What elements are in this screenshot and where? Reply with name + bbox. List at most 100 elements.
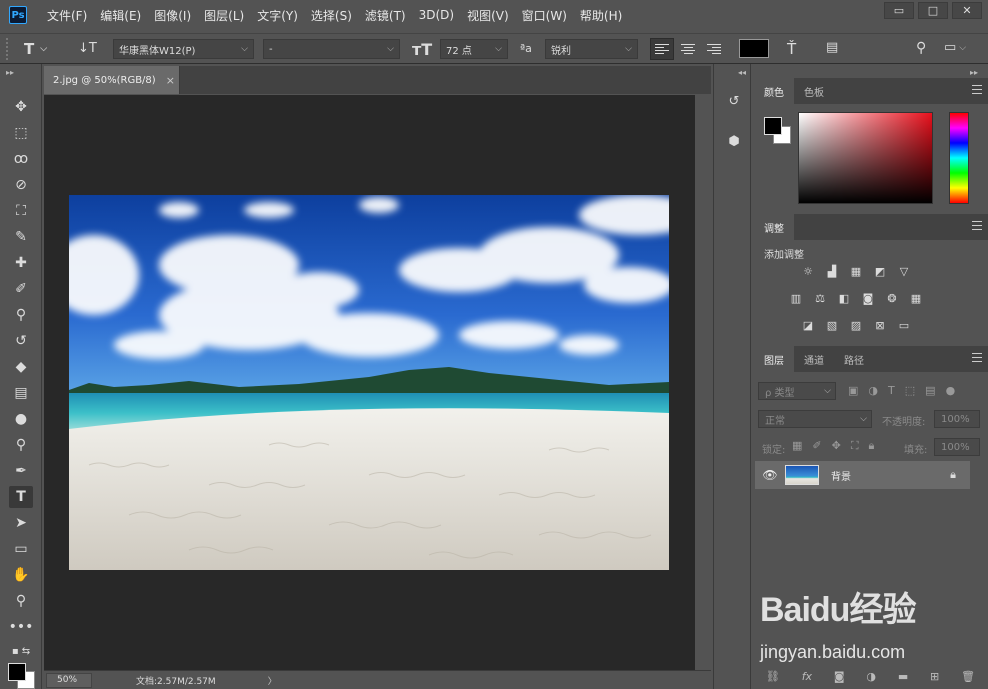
levels-icon[interactable]: ▟ bbox=[824, 264, 840, 279]
lock-transparent-icon[interactable]: ▦ bbox=[792, 439, 802, 453]
zoom-field[interactable]: 50% bbox=[46, 672, 92, 688]
fill-field[interactable]: 100% bbox=[934, 438, 980, 456]
text-color-swatch[interactable] bbox=[739, 39, 769, 58]
document-image[interactable] bbox=[69, 195, 669, 570]
more-tools-icon[interactable]: ••• bbox=[9, 616, 34, 638]
invert-icon[interactable]: ◪ bbox=[800, 318, 816, 333]
exposure-icon[interactable]: ◩ bbox=[872, 264, 888, 279]
layer-filter-select[interactable]: ρ 类型 ⌵ bbox=[758, 382, 836, 400]
type-filter-icon[interactable]: T bbox=[888, 384, 895, 397]
menu-window[interactable]: 窗口(W) bbox=[522, 7, 567, 24]
font-size-select[interactable]: 72 点 ⌵ bbox=[440, 39, 508, 59]
healing-brush-tool-icon[interactable]: ✚ bbox=[9, 252, 33, 274]
lock-position-icon[interactable]: ✥ bbox=[832, 439, 841, 453]
tab-channels[interactable]: 通道 bbox=[794, 346, 834, 372]
menu-help[interactable]: 帮助(H) bbox=[580, 7, 622, 24]
rectangle-tool-icon[interactable]: ▭ bbox=[9, 538, 33, 560]
history-panel-icon[interactable]: ↺ bbox=[723, 90, 745, 112]
clone-stamp-tool-icon[interactable]: ⚲ bbox=[9, 304, 33, 326]
close-icon[interactable]: × bbox=[166, 74, 175, 87]
hue-saturation-icon[interactable]: ▥ bbox=[788, 291, 804, 306]
posterize-icon[interactable]: ▧ bbox=[824, 318, 840, 333]
document-tab[interactable]: 2.jpg @ 50%(RGB/8) × bbox=[44, 66, 180, 94]
character-panel-icon[interactable]: ▤ bbox=[826, 40, 838, 55]
antialias-select[interactable]: 锐利 ⌵ bbox=[545, 39, 638, 59]
menu-type[interactable]: 文字(Y) bbox=[257, 7, 298, 24]
brush-tool-icon[interactable]: ✐ bbox=[9, 278, 33, 300]
align-left-button[interactable] bbox=[650, 38, 674, 60]
image-filter-icon[interactable]: ▣ bbox=[848, 384, 858, 397]
maximize-button[interactable]: □ bbox=[918, 2, 948, 19]
menu-file[interactable]: 文件(F) bbox=[47, 7, 87, 24]
lasso-tool-icon[interactable]: ꝏ bbox=[9, 148, 33, 170]
color-balance-icon[interactable]: ⚖ bbox=[812, 291, 828, 306]
smart-object-filter-icon[interactable]: ▤ bbox=[925, 384, 935, 397]
workspace-icon[interactable]: ▭ ⌵ bbox=[944, 40, 966, 55]
crop-tool-icon[interactable]: ⛶ bbox=[9, 200, 33, 222]
gradient-tool-icon[interactable]: ▤ bbox=[9, 382, 33, 404]
status-menu-arrow-icon[interactable]: 〉 bbox=[268, 674, 277, 687]
eye-icon[interactable]: 👁︎ bbox=[755, 468, 785, 482]
align-right-button[interactable] bbox=[702, 38, 726, 60]
collapse-icon[interactable]: ◂◂ bbox=[738, 68, 746, 77]
history-brush-tool-icon[interactable]: ↺ bbox=[9, 330, 33, 352]
brightness-icon[interactable]: ☼ bbox=[800, 264, 816, 279]
eyedropper-tool-icon[interactable]: ✎ bbox=[9, 226, 33, 248]
photo-filter-icon[interactable]: ◙ bbox=[860, 291, 876, 306]
gradient-map-icon[interactable]: ▭ bbox=[896, 318, 912, 333]
color-picker-field[interactable] bbox=[798, 112, 933, 204]
shape-filter-icon[interactable]: ⬚ bbox=[905, 384, 915, 397]
text-orientation-icon[interactable]: ↓T bbox=[78, 41, 97, 56]
color-panel-foreground-swatch[interactable] bbox=[764, 117, 782, 135]
vibrance-icon[interactable]: ▽ bbox=[896, 264, 912, 279]
menu-filter[interactable]: 滤镜(T) bbox=[365, 7, 406, 24]
lock-icon[interactable]: 🔒︎ bbox=[950, 468, 956, 482]
channel-mixer-icon[interactable]: ❂ bbox=[884, 291, 900, 306]
tab-paths[interactable]: 路径 bbox=[834, 346, 874, 372]
black-white-icon[interactable]: ◧ bbox=[836, 291, 852, 306]
lock-all-icon[interactable]: 🔒︎ bbox=[869, 439, 875, 453]
tab-swatches[interactable]: 色板 bbox=[794, 78, 834, 104]
hue-slider[interactable] bbox=[949, 112, 969, 204]
menu-image[interactable]: 图像(I) bbox=[154, 7, 191, 24]
color-lookup-icon[interactable]: ▦ bbox=[908, 291, 924, 306]
type-tool-icon[interactable]: T bbox=[9, 486, 33, 508]
quick-select-tool-icon[interactable]: ⊘ bbox=[9, 174, 33, 196]
font-style-select[interactable]: - ⌵ bbox=[263, 39, 400, 59]
collapse-icon[interactable]: ▸▸ bbox=[6, 68, 14, 77]
path-selection-tool-icon[interactable]: ➤ bbox=[9, 512, 33, 534]
minimize-button[interactable]: ▭ bbox=[884, 2, 914, 19]
blend-mode-select[interactable]: 正常 ⌵ bbox=[758, 410, 872, 428]
lock-image-icon[interactable]: ✐ bbox=[812, 439, 821, 453]
3d-panel-icon[interactable]: ⬢ bbox=[723, 130, 745, 152]
curves-icon[interactable]: ▦ bbox=[848, 264, 864, 279]
threshold-icon[interactable]: ▨ bbox=[848, 318, 864, 333]
menu-3d[interactable]: 3D(D) bbox=[419, 8, 454, 22]
marquee-tool-icon[interactable]: ⬚ bbox=[9, 122, 33, 144]
close-button[interactable]: ✕ bbox=[952, 2, 982, 19]
zoom-tool-icon[interactable]: ⚲ bbox=[9, 590, 33, 612]
align-center-button[interactable] bbox=[676, 38, 700, 60]
options-grip[interactable] bbox=[6, 37, 10, 60]
move-tool-icon[interactable]: ✥ bbox=[9, 96, 33, 118]
panel-menu-icon[interactable] bbox=[972, 221, 982, 230]
blur-tool-icon[interactable]: ● bbox=[9, 408, 33, 430]
tab-layers[interactable]: 图层 bbox=[754, 346, 794, 372]
panel-menu-icon[interactable] bbox=[972, 85, 982, 94]
warp-text-icon[interactable]: Ť bbox=[787, 40, 796, 58]
font-family-select[interactable]: 华康黑体W12(P) ⌵ bbox=[113, 39, 254, 59]
filter-toggle-icon[interactable]: ● bbox=[946, 384, 956, 397]
tab-color[interactable]: 颜色 bbox=[754, 78, 794, 104]
layer-row[interactable]: 👁︎ 背景 🔒︎ bbox=[755, 461, 970, 489]
swap-colors-icon[interactable]: ▪ ⇆ bbox=[9, 640, 33, 662]
adjustment-filter-icon[interactable]: ◑ bbox=[868, 384, 878, 397]
selective-color-icon[interactable]: ⊠ bbox=[872, 318, 888, 333]
type-tool-icon[interactable]: T ⌵ bbox=[24, 40, 47, 58]
menu-edit[interactable]: 编辑(E) bbox=[100, 7, 141, 24]
foreground-color-swatch[interactable] bbox=[8, 663, 26, 681]
pen-tool-icon[interactable]: ✒ bbox=[9, 460, 33, 482]
eraser-tool-icon[interactable]: ◆ bbox=[9, 356, 33, 378]
vertical-scrollbar[interactable] bbox=[695, 95, 711, 670]
menu-view[interactable]: 视图(V) bbox=[467, 7, 509, 24]
menu-select[interactable]: 选择(S) bbox=[311, 7, 352, 24]
